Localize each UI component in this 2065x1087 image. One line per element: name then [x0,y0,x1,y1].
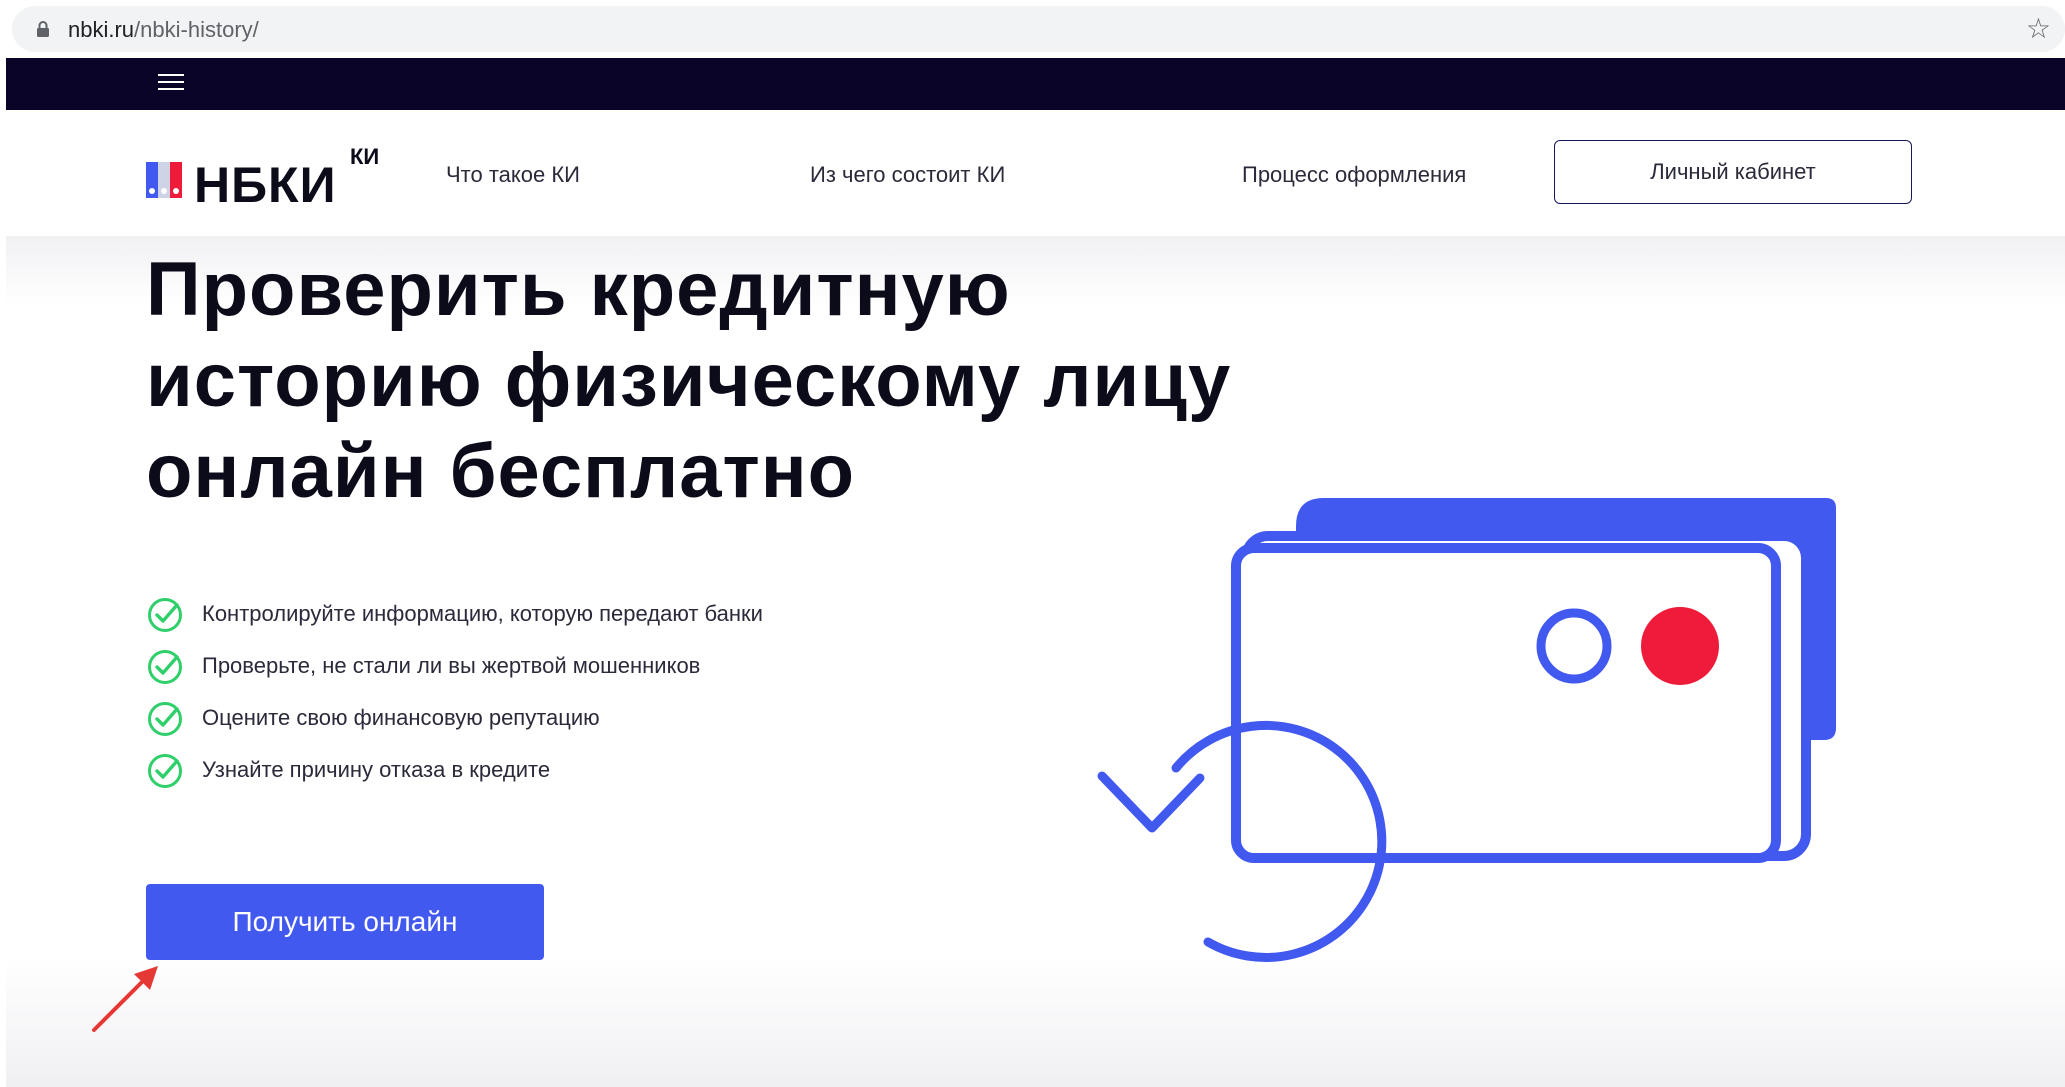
top-strip [6,58,2065,110]
get-online-button[interactable]: Получить онлайн [146,884,544,960]
benefit-text: Проверьте, не стали ли вы жертвой мошенн… [202,653,701,678]
check-icon [148,754,182,788]
benefit-item: Контролируйте информацию, которую переда… [146,596,763,648]
menu-icon[interactable] [158,74,184,94]
benefit-item: Узнайте причину отказа в кредите [146,752,763,804]
nav-link-ki-contents[interactable]: Из чего состоит КИ [810,162,1005,188]
hero-section: Проверить кредитную историю физическому … [6,236,2065,1087]
hero-title-line: Проверить кредитную [146,247,1011,332]
nav-link-what-is-ki[interactable]: Что такое КИ [446,162,580,188]
benefits-list: Контролируйте информацию, которую переда… [146,596,763,804]
benefit-item: Оцените свою финансовую репутацию [146,700,763,752]
hero-title: Проверить кредитную историю физическому … [146,244,1346,517]
credit-card-illustration [1097,498,1836,962]
logo-mark-icon [146,162,182,198]
personal-cabinet-button[interactable]: Личный кабинет [1554,140,1912,204]
site-header: НБКИ КИ Что такое КИ Из чего состоит КИ … [6,110,2065,236]
lock-icon [37,21,49,37]
url-host: nbki.ru [68,17,135,42]
nav-link-process[interactable]: Процесс оформления [1242,162,1466,188]
star-icon[interactable]: ☆ [2026,14,2051,44]
logo-superscript: КИ [350,144,380,169]
logo-text: НБКИ [194,157,337,213]
annotation-arrow-icon [92,966,158,1032]
check-icon [148,650,182,684]
url-text[interactable]: nbki.ru/nbki-history/ [68,17,259,43]
url-path: /nbki-history/ [134,17,259,42]
benefit-text: Оцените свою финансовую репутацию [202,705,600,730]
address-bar[interactable]: nbki.ru/nbki-history/ ☆ [12,6,2065,52]
benefit-item: Проверьте, не стали ли вы жертвой мошенн… [146,648,763,700]
check-icon [148,598,182,632]
benefit-text: Контролируйте информацию, которую переда… [202,601,763,626]
hero-title-line: историю физическому лицу [146,338,1232,423]
benefit-text: Узнайте причину отказа в кредите [202,757,551,782]
check-icon [148,702,182,736]
